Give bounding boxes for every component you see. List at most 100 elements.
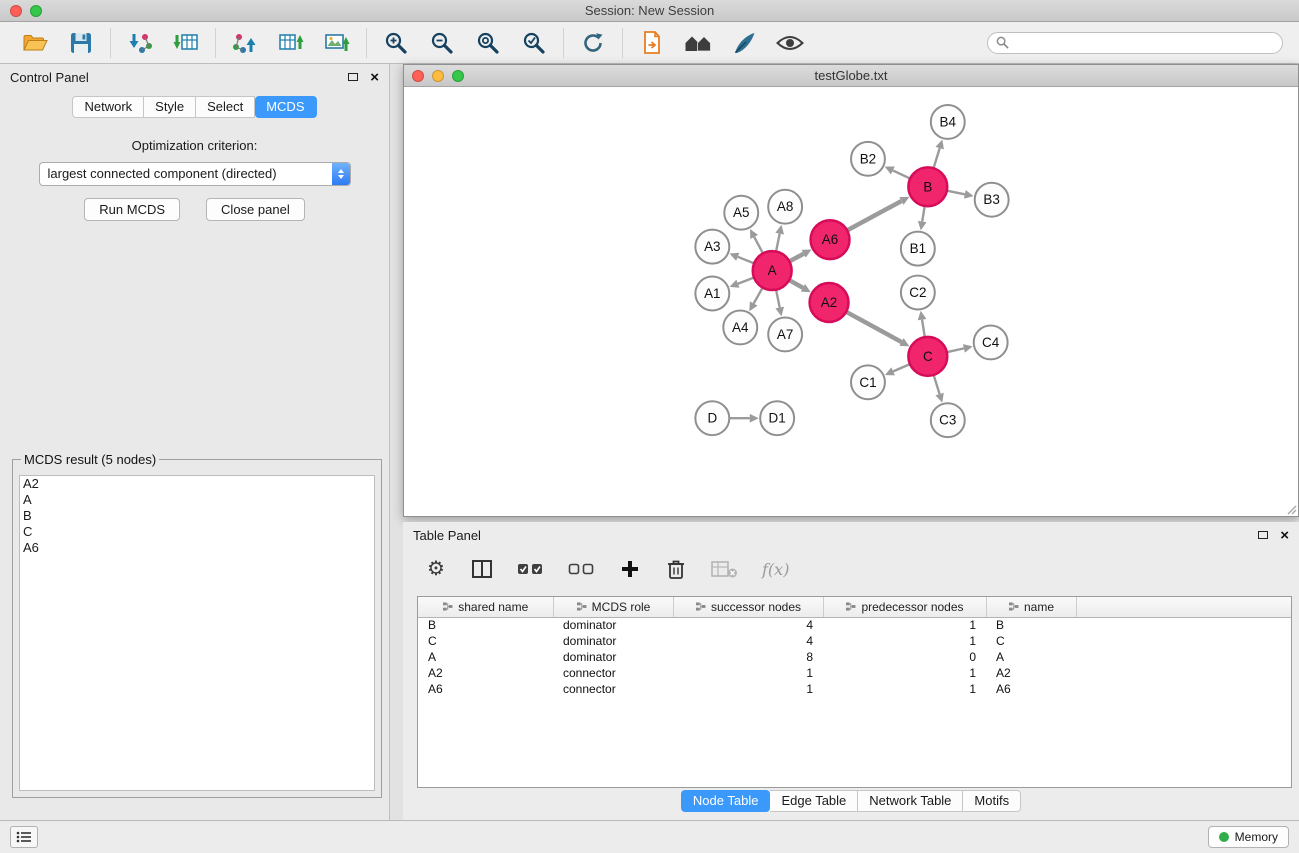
- graph-edge-A-A2[interactable]: [789, 280, 803, 288]
- table-row[interactable]: Adominator80A: [418, 649, 1291, 665]
- float-table-panel-icon[interactable]: [1258, 531, 1268, 539]
- mcds-result-item[interactable]: C: [20, 524, 374, 540]
- node-table-container[interactable]: shared name MCDS role successor nodes: [417, 596, 1292, 788]
- zoom-in-button[interactable]: [381, 28, 411, 58]
- export-table-button[interactable]: [276, 28, 306, 58]
- float-panel-icon[interactable]: [348, 73, 358, 81]
- graph-edge-A-A4[interactable]: [754, 288, 763, 304]
- window-controls: [10, 5, 42, 17]
- export-image-button[interactable]: [322, 28, 352, 58]
- graph-edge-A2-C[interactable]: [846, 312, 901, 342]
- close-panel-button[interactable]: Close panel: [206, 198, 305, 221]
- close-network-window-button[interactable]: [412, 70, 424, 82]
- zoom-out-button[interactable]: [427, 28, 457, 58]
- mcds-result-fieldset: MCDS result (5 nodes) A2ABCA6: [12, 452, 382, 798]
- mcds-result-item[interactable]: B: [20, 508, 374, 524]
- tab-mcds[interactable]: MCDS: [255, 96, 316, 118]
- minimize-network-window-button[interactable]: [432, 70, 444, 82]
- export-image-icon: [324, 31, 350, 55]
- tab-edge-table[interactable]: Edge Table: [770, 790, 858, 812]
- zoom-fit-button[interactable]: [473, 28, 503, 58]
- function-builder-icon[interactable]: f(x): [762, 557, 789, 581]
- close-table-panel-icon[interactable]: ×: [1280, 528, 1289, 543]
- control-panel: Control Panel × Network Style Select MCD…: [0, 64, 390, 820]
- resize-grip[interactable]: [1285, 503, 1297, 515]
- tab-network-table[interactable]: Network Table: [858, 790, 963, 812]
- dropdown-stepper-icon[interactable]: [332, 163, 350, 185]
- graph-edge-C-C1[interactable]: [893, 364, 910, 371]
- tab-network[interactable]: Network: [72, 96, 144, 118]
- tab-node-table[interactable]: Node Table: [681, 790, 771, 812]
- save-session-button[interactable]: [66, 28, 96, 58]
- first-neighbors-button[interactable]: [637, 28, 667, 58]
- run-mcds-button[interactable]: Run MCDS: [84, 198, 180, 221]
- graph-edge-A-A1[interactable]: [738, 278, 754, 284]
- graph-edge-B-B4[interactable]: [934, 148, 940, 168]
- graph-edge-C-C4[interactable]: [947, 348, 964, 352]
- graph-edge-C-C3[interactable]: [934, 375, 940, 394]
- graph-node-label: C3: [939, 413, 956, 428]
- graph-edge-B-B1[interactable]: [922, 206, 925, 222]
- table-panel-title: Table Panel: [413, 528, 481, 543]
- close-window-button[interactable]: [10, 5, 22, 17]
- table-settings-gear-icon[interactable]: ⚙: [425, 557, 447, 581]
- table-panel: Table Panel × ⚙: [403, 522, 1299, 820]
- table-row[interactable]: A2connector11A2: [418, 665, 1291, 681]
- network-overview-button[interactable]: [683, 28, 713, 58]
- table-cell: B: [418, 617, 553, 633]
- export-network-button[interactable]: [230, 28, 260, 58]
- graph-node-label: B4: [940, 114, 957, 129]
- zoom-window-button[interactable]: [30, 5, 42, 17]
- graphics-details-button[interactable]: [729, 28, 759, 58]
- column-header-name[interactable]: name: [986, 597, 1076, 617]
- tab-style[interactable]: Style: [144, 96, 196, 118]
- graph-node-label: C2: [909, 285, 926, 300]
- table-row[interactable]: Cdominator41C: [418, 633, 1291, 649]
- add-column-icon[interactable]: [619, 557, 641, 581]
- mcds-result-item[interactable]: A: [20, 492, 374, 508]
- graph-edge-A-A6[interactable]: [789, 254, 803, 262]
- graph-edge-A-A8[interactable]: [776, 234, 780, 252]
- memory-button[interactable]: Memory: [1208, 826, 1289, 848]
- apply-layout-button[interactable]: [578, 28, 608, 58]
- column-header-predecessor-nodes[interactable]: predecessor nodes: [823, 597, 986, 617]
- graph-edge-C-C2[interactable]: [922, 320, 925, 338]
- graph-edge-A-A7[interactable]: [776, 290, 780, 308]
- graph-edge-A-A3[interactable]: [738, 257, 754, 264]
- search-field[interactable]: [987, 32, 1283, 54]
- show-columns-icon[interactable]: [471, 557, 493, 581]
- zoom-network-window-button[interactable]: [452, 70, 464, 82]
- delete-column-icon[interactable]: [711, 557, 738, 581]
- mcds-result-item[interactable]: A2: [20, 476, 374, 492]
- network-window-titlebar[interactable]: testGlobe.txt: [404, 65, 1298, 87]
- open-file-button[interactable]: [20, 28, 50, 58]
- network-canvas-area[interactable]: B4B2BB3A5A8A6A3B1AC2A1A2A4A7C4CC1C3DD1: [404, 88, 1298, 516]
- search-input[interactable]: [1014, 35, 1274, 50]
- graph-edge-B-B2[interactable]: [893, 170, 910, 178]
- column-attr-icon: [695, 602, 706, 611]
- task-history-button[interactable]: [10, 826, 38, 848]
- import-network-button[interactable]: [125, 28, 155, 58]
- delete-row-trash-icon[interactable]: [665, 557, 687, 581]
- graph-edge-B-B3[interactable]: [947, 191, 965, 195]
- network-canvas[interactable]: B4B2BB3A5A8A6A3B1AC2A1A2A4A7C4CC1C3DD1: [404, 88, 1298, 516]
- zoom-selected-button[interactable]: [519, 28, 549, 58]
- graph-edge-A-A5[interactable]: [754, 237, 763, 254]
- mcds-result-item[interactable]: A6: [20, 540, 374, 556]
- tab-motifs[interactable]: Motifs: [963, 790, 1021, 812]
- column-header-successor-nodes[interactable]: successor nodes: [673, 597, 823, 617]
- mcds-result-list[interactable]: A2ABCA6: [19, 475, 375, 791]
- select-all-rows-icon[interactable]: [517, 557, 544, 581]
- table-row[interactable]: A6connector11A6: [418, 681, 1291, 697]
- show-hide-panel-button[interactable]: [775, 28, 805, 58]
- table-cell: C: [418, 633, 553, 649]
- deselect-all-rows-icon[interactable]: [568, 557, 595, 581]
- graph-edge-A6-B[interactable]: [847, 201, 901, 230]
- import-table-button[interactable]: [171, 28, 201, 58]
- close-panel-icon[interactable]: ×: [370, 70, 379, 85]
- column-header-shared-name[interactable]: shared name: [418, 597, 553, 617]
- column-header-mcds-role[interactable]: MCDS role: [553, 597, 673, 617]
- tab-select[interactable]: Select: [196, 96, 255, 118]
- criterion-dropdown[interactable]: largest connected component (directed): [39, 162, 351, 186]
- table-row[interactable]: Bdominator41B: [418, 617, 1291, 633]
